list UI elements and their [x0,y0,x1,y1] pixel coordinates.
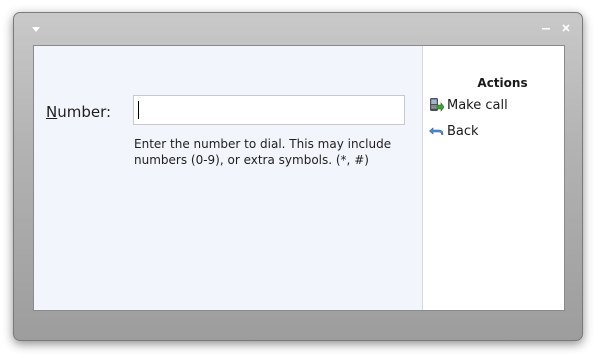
dial-form-pane: Number: Enter the number to dial. This m… [34,46,423,310]
client-area: Number: Enter the number to dial. This m… [33,45,565,311]
dialer-window: Number: Enter the number to dial. This m… [13,12,583,341]
back-action[interactable]: Back [428,122,479,140]
number-hint: Enter the number to dial. This may inclu… [134,137,392,167]
window-controls [540,20,572,36]
minimize-icon[interactable] [540,21,552,35]
number-label-accelerator: N [46,103,58,121]
close-icon[interactable] [560,21,572,35]
actions-heading: Actions [477,76,528,90]
number-label: Number: [46,103,111,121]
window-menu-icon[interactable] [29,23,43,35]
back-arrow-icon [428,123,444,139]
make-call-action[interactable]: Make call [428,96,508,114]
phone-call-icon [428,97,444,113]
title-bar [14,13,582,45]
back-label: Back [447,123,479,139]
number-input[interactable] [133,95,405,125]
number-label-text: umber: [57,103,112,121]
text-caret [138,101,139,119]
make-call-label: Make call [447,97,508,113]
actions-pane: Actions Make call Back [423,46,564,310]
